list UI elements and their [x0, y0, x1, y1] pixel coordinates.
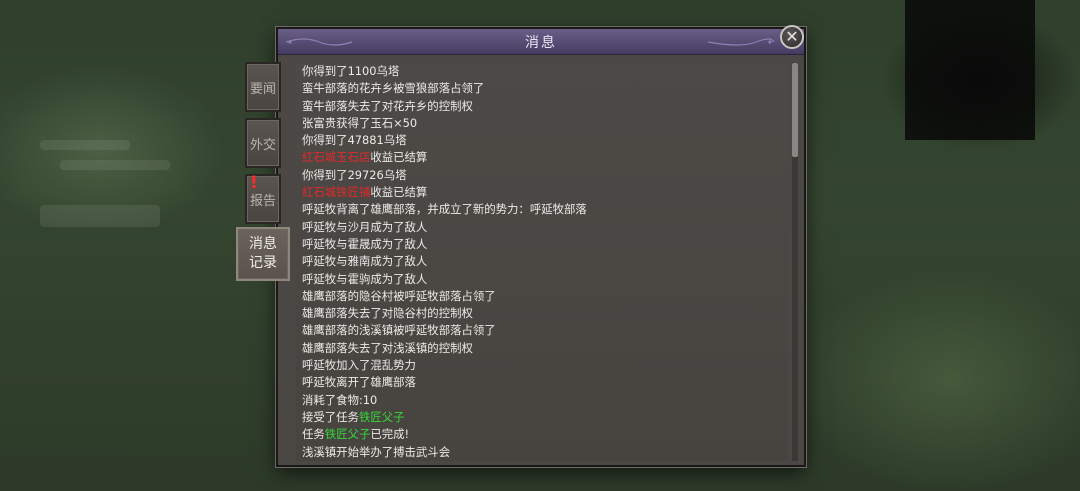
log-text: 已完成! — [370, 427, 410, 442]
backdrop-blur-text — [60, 160, 170, 170]
log-entry: 任务铁匠父子已完成! — [296, 426, 788, 443]
log-text: 蛮牛部落失去了对花卉乡的控制权 — [302, 98, 473, 113]
log-entry: 雄鹰部落失去了对浅溪镇的控制权 — [296, 340, 788, 357]
log-entry: 你得到了1100乌塔 — [296, 63, 788, 80]
log-text: 呼延牧与沙月成为了敌人 — [302, 219, 428, 234]
log-text: 任务 — [302, 427, 325, 442]
log-entry: 接受了任务铁匠父子 — [296, 409, 788, 426]
title-ornament-left-icon — [285, 38, 353, 46]
log-entry: 红石城玉石店收益已结算 — [296, 149, 788, 166]
close-icon: ✕ — [785, 27, 799, 46]
log-scroll-thumb[interactable] — [792, 63, 798, 157]
log-text: 呼延牧与霍晟成为了敌人 — [302, 236, 428, 251]
report-alert-icon: ! — [250, 173, 258, 193]
log-text: 呼延牧与霍驹成为了敌人 — [302, 271, 428, 286]
log-text: 接受了任务 — [302, 409, 359, 424]
log-entry: 你得到了29726乌塔 — [296, 167, 788, 184]
log-text: 雄鹰部落的浅溪镇被呼延牧部落占领了 — [302, 323, 496, 338]
tab-message-log-label-2: 记录 — [249, 255, 277, 271]
tab-message-log[interactable]: 消息 记录 — [236, 227, 290, 281]
backdrop-dark-panel — [905, 0, 1035, 140]
log-text: 雄鹰部落失去了对浅溪镇的控制权 — [302, 340, 473, 355]
log-text: 你得到了1100乌塔 — [302, 64, 400, 78]
log-entry: 你得到了47881乌塔 — [296, 132, 788, 149]
log-text: 雄鹰部落的隐谷村被呼延牧部落占领了 — [302, 288, 496, 303]
log-text: 雄鹰部落失去了对隐谷村的控制权 — [302, 306, 473, 321]
log-entry: 呼延牧与沙月成为了敌人 — [296, 219, 788, 236]
log-entry: 呼延牧与雅南成为了敌人 — [296, 253, 788, 270]
log-entry: 消耗了食物:10 — [296, 392, 788, 409]
log-entry: 雄鹰部落的隐谷村被呼延牧部落占领了 — [296, 288, 788, 305]
log-entry: 蛮牛部落的花卉乡被雪狼部落占领了 — [296, 80, 788, 97]
log-text: 蛮牛部落的花卉乡被雪狼部落占领了 — [302, 81, 485, 96]
message-log-list[interactable]: 你得到了1100乌塔蛮牛部落的花卉乡被雪狼部落占领了 蛮牛部落失去了对花卉乡的控制… — [296, 63, 788, 461]
log-entry: 呼延牧背离了雄鹰部落，并成立了新的势力：呼延牧部落 — [296, 201, 788, 218]
log-highlight: 铁匠父子 — [358, 409, 405, 424]
log-text: 收益已结算 — [370, 185, 428, 200]
log-scrollbar[interactable] — [792, 63, 798, 461]
backdrop-blur-panel — [40, 205, 160, 227]
tab-diplomacy[interactable]: 外交 — [245, 118, 281, 168]
log-text: 浅溪镇开始举办了搏击武斗会 — [302, 444, 451, 459]
dialog-title-bar: 消息 — [278, 29, 804, 55]
log-text: 你得到了47881乌塔 — [302, 133, 407, 148]
log-entry: 浅溪镇开始举办了搏击武斗会 — [296, 444, 788, 461]
backdrop-blur-text — [40, 140, 130, 150]
log-entry: 张富贵获得了玉石×50 — [296, 115, 788, 132]
log-entry: 呼延牧离开了雄鹰部落 — [296, 374, 788, 391]
tab-news[interactable]: 要闻 — [245, 62, 281, 112]
log-highlight: 红石城铁匠铺 — [302, 185, 371, 200]
log-text: 呼延牧加入了混乱势力 — [302, 358, 416, 373]
log-entry: 蛮牛部落失去了对花卉乡的控制权 — [296, 98, 788, 115]
title-ornament-right-icon — [707, 38, 775, 46]
log-entry: 红石城铁匠铺收益已结算 — [296, 184, 788, 201]
log-text: 呼延牧背离了雄鹰部落，并成立了新的势力：呼延牧部落 — [302, 202, 587, 217]
tab-news-label: 要闻 — [249, 81, 276, 97]
log-text: 消耗了食物:10 — [302, 392, 378, 407]
log-entry: 雄鹰部落失去了对隐谷村的控制权 — [296, 305, 788, 322]
tab-diplomacy-label: 外交 — [249, 137, 276, 153]
log-text: 呼延牧与雅南成为了敌人 — [302, 254, 428, 269]
log-entry: 雄鹰部落的浅溪镇被呼延牧部落占领了 — [296, 322, 788, 339]
log-text: 你得到了29726乌塔 — [302, 167, 407, 182]
dialog-title: 消息 — [525, 34, 557, 51]
log-text: 张富贵获得了玉石×50 — [302, 115, 418, 130]
log-entry: 呼延牧与霍晟成为了敌人 — [296, 236, 788, 253]
log-entry: 呼延牧与霍驹成为了敌人 — [296, 271, 788, 288]
close-button[interactable]: ✕ — [780, 25, 804, 49]
log-text: 收益已结算 — [370, 150, 428, 165]
log-highlight: 红石城玉石店 — [302, 150, 371, 165]
log-entry: 呼延牧加入了混乱势力 — [296, 357, 788, 374]
log-highlight: 铁匠父子 — [324, 427, 371, 442]
log-text: 呼延牧离开了雄鹰部落 — [302, 375, 416, 390]
message-dialog: 消息 你得到了1100乌塔蛮牛部落的花卉乡被雪狼部落占领了 蛮牛部落失去了对花卉乡… — [276, 27, 806, 467]
tab-message-log-label-1: 消息 — [249, 236, 277, 252]
